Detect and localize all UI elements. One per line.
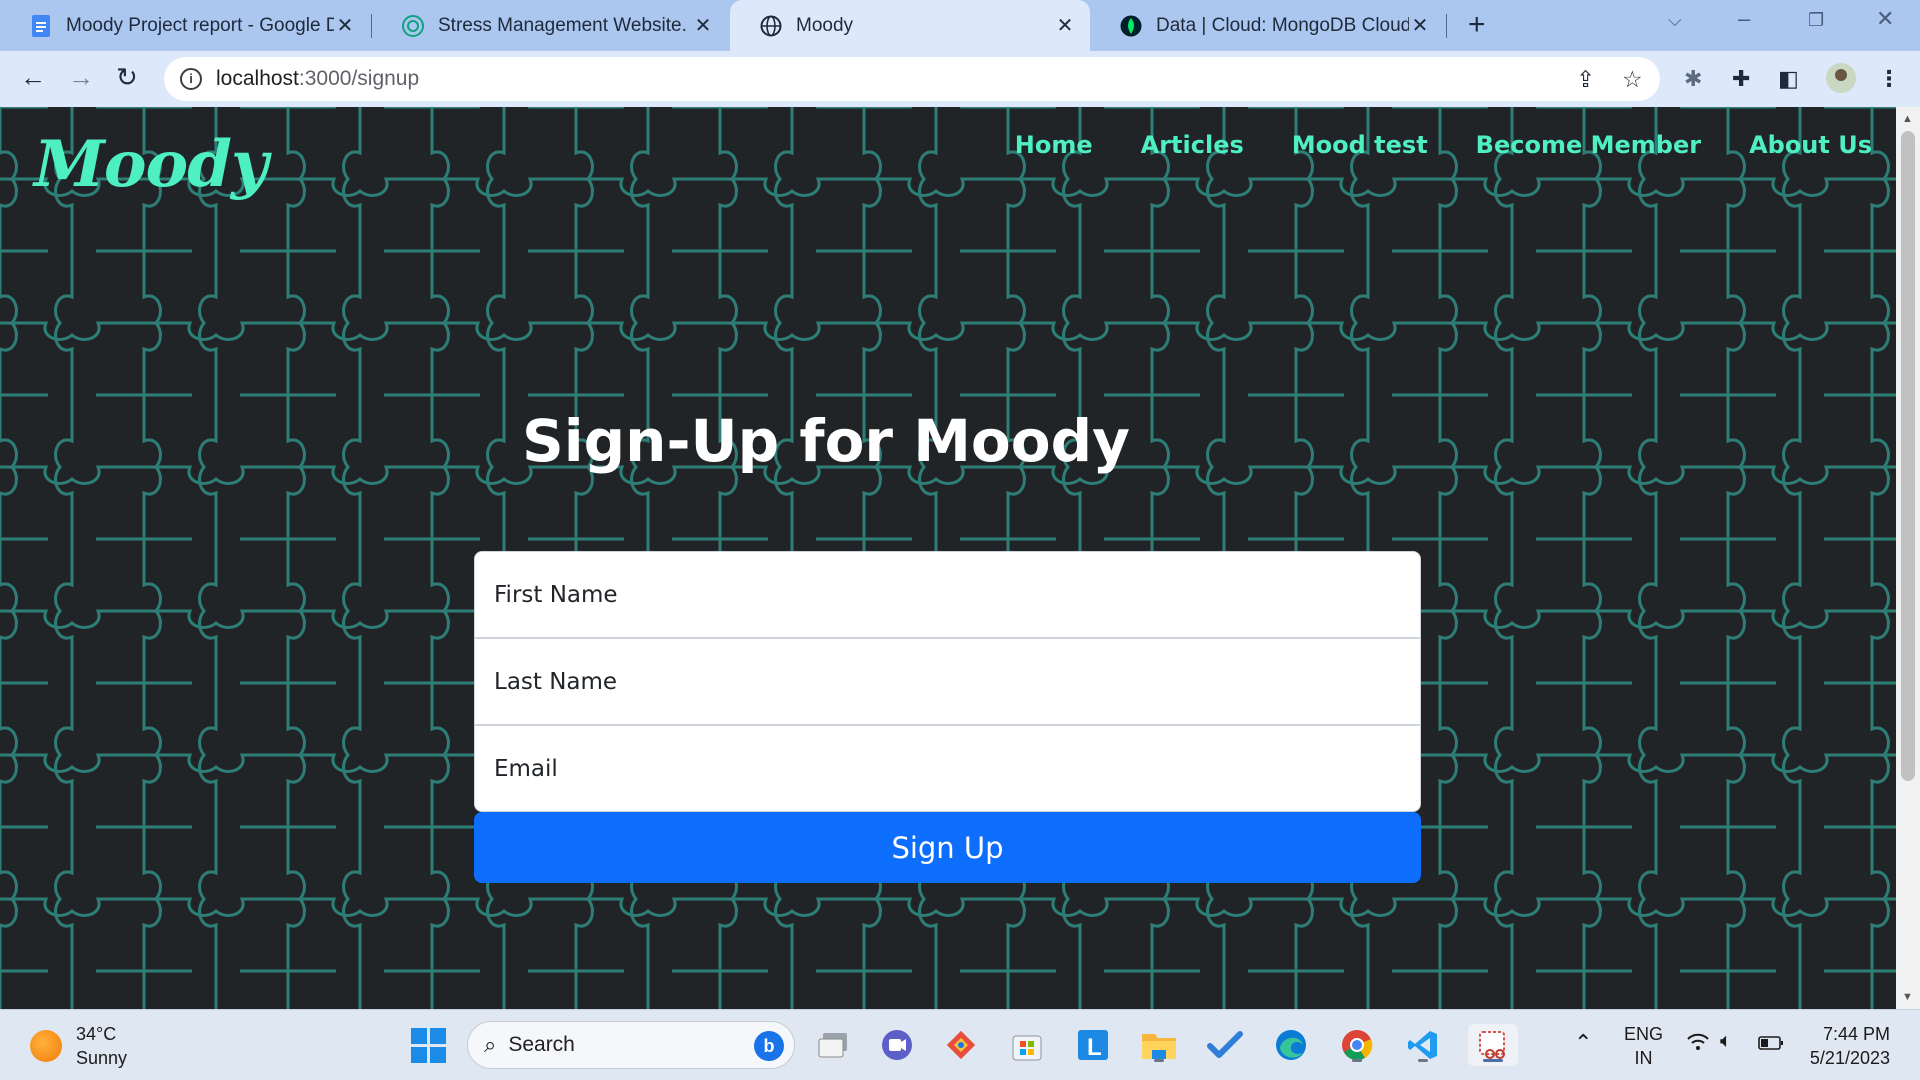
microsoft-store-icon[interactable] [1006,1024,1048,1066]
scrollbar-thumb[interactable] [1901,131,1915,781]
weather-widget[interactable]: 34°C Sunny [30,1022,127,1070]
share-icon[interactable]: ⇪ [1576,66,1595,93]
forward-arrow-icon[interactable]: → [68,62,94,93]
nav-articles[interactable]: Articles [1141,131,1244,159]
svg-text:L: L [1087,1034,1102,1061]
tab-title: Stress Management Website. [438,14,687,36]
url-host: localhost [216,67,299,90]
new-tab-button[interactable]: + [1468,8,1486,42]
tab-mongodb[interactable]: Data | Cloud: MongoDB Cloud ✕ [1090,0,1445,51]
tab-title: Moody Project report - Google D [66,14,334,36]
clock-date: 5/21/2023 [1809,1048,1890,1068]
todo-check-icon[interactable] [1204,1024,1246,1066]
search-icon: ⌕ [484,1032,497,1057]
clock-time: 7:44 PM [1822,1024,1890,1044]
running-indicator [1352,1059,1362,1062]
close-window-icon[interactable]: ✕ [1876,6,1894,32]
sun-icon [30,1030,62,1062]
address-bar[interactable]: i localhost:3000/signup ⇪ ☆ [164,57,1660,101]
close-tab-icon[interactable]: ✕ [692,13,714,38]
running-indicator [1418,1059,1428,1062]
browser-toolbar: ← → ↻ i localhost:3000/signup ⇪ ☆ ✱ ✚ ◧ … [0,51,1920,107]
site-logo[interactable]: Moody [34,127,268,202]
url-path: :3000/signup [298,67,420,90]
tab-stress-management[interactable]: Stress Management Website. ✕ [372,0,728,51]
system-clock[interactable]: 7:44 PM 5/21/2023 [1810,1022,1890,1070]
url-text: localhost:3000/signup [216,67,419,91]
tab-title: Moody [796,14,854,36]
signup-form: Sign Up [474,551,1421,883]
scroll-down-icon[interactable]: ▼ [1902,991,1913,1003]
edge-browser-icon[interactable] [1270,1024,1312,1066]
side-panel-icon[interactable]: ◧ [1778,66,1799,92]
taskbar-search[interactable]: ⌕ Search b [467,1021,795,1069]
git-app-icon[interactable] [940,1024,982,1066]
language-line1: ENG [1624,1024,1664,1044]
nav-become-member[interactable]: Become Member [1476,131,1701,159]
windows-logo-icon [410,1027,446,1063]
running-indicator [1154,1059,1164,1062]
nav-home[interactable]: Home [1015,131,1093,159]
active-indicator [1483,1059,1503,1062]
restore-icon[interactable]: ❐ [1808,10,1824,31]
minimize-icon[interactable]: – [1738,6,1750,32]
site-info-icon[interactable]: i [180,68,202,90]
vscode-icon[interactable] [1402,1024,1444,1066]
task-view-icon[interactable] [812,1024,854,1066]
weather-temp: 34°C [76,1024,117,1044]
back-arrow-icon[interactable]: ← [20,62,46,93]
start-button[interactable] [407,1024,449,1066]
page-viewport: Moody Home Articles Mood test Become Mem… [0,107,1896,1009]
file-explorer-icon[interactable] [1138,1024,1180,1066]
first-name-field[interactable] [474,551,1421,638]
bug-extension-icon[interactable]: ✱ [1684,66,1702,92]
reload-icon[interactable]: ↻ [116,62,138,93]
close-tab-icon[interactable]: ✕ [1054,13,1076,38]
profile-avatar[interactable] [1826,63,1856,93]
chatgpt-icon [402,14,424,37]
page-title: Sign-Up for Moody [522,407,1130,475]
tray-overflow-chevron-icon[interactable]: ⌃ [1574,1030,1592,1056]
browser-menu-icon[interactable]: ⋮ [1878,66,1900,92]
taskbar: 34°C Sunny ⌕ Search b L ⌃ ENG IN 🔈︎ 7:44… [0,1009,1920,1080]
nav-mood-test[interactable]: Mood test [1292,131,1428,159]
close-tab-icon[interactable]: ✕ [1409,13,1431,38]
search-label: Search [508,1033,575,1056]
nav-about-us[interactable]: About Us [1749,131,1872,159]
scroll-up-icon[interactable]: ▲ [1902,113,1913,125]
tab-moody[interactable]: Moody ✕ [730,0,1090,51]
tab-strip: Moody Project report - Google D ✕ Stress… [0,0,1920,51]
bookmark-star-icon[interactable]: ☆ [1622,66,1643,93]
weather-text: 34°C Sunny [76,1022,127,1070]
globe-icon [760,15,782,37]
extensions-puzzle-icon[interactable]: ✚ [1732,66,1750,92]
chrome-browser-icon[interactable] [1336,1024,1378,1066]
mongodb-leaf-icon [1120,15,1142,37]
tab-divider [1446,14,1447,38]
battery-icon[interactable] [1758,1035,1784,1056]
tab-search-chevron-icon[interactable]: ⌵ [1668,10,1682,31]
snipping-tool-icon[interactable] [1468,1024,1518,1066]
google-docs-icon [30,14,52,37]
close-tab-icon[interactable]: ✕ [334,13,356,38]
tab-title: Data | Cloud: MongoDB Cloud [1156,14,1409,36]
weather-desc: Sunny [76,1048,128,1068]
last-name-field[interactable] [474,638,1421,725]
wifi-icon[interactable] [1686,1032,1710,1057]
main-nav: Home Articles Mood test Become Member Ab… [1015,131,1872,159]
email-field[interactable] [474,725,1421,812]
page-scrollbar[interactable]: ▲ ▼ [1896,107,1920,1009]
l-app-icon[interactable]: L [1072,1024,1114,1066]
bing-icon[interactable]: b [754,1031,784,1061]
language-indicator[interactable]: ENG IN [1624,1022,1663,1070]
tab-google-docs[interactable]: Moody Project report - Google D ✕ [0,0,370,51]
sign-up-button[interactable]: Sign Up [474,812,1421,883]
teams-chat-icon[interactable] [876,1024,918,1066]
volume-icon[interactable]: 🔈︎ [1720,1030,1732,1053]
language-line2: IN [1634,1048,1653,1068]
